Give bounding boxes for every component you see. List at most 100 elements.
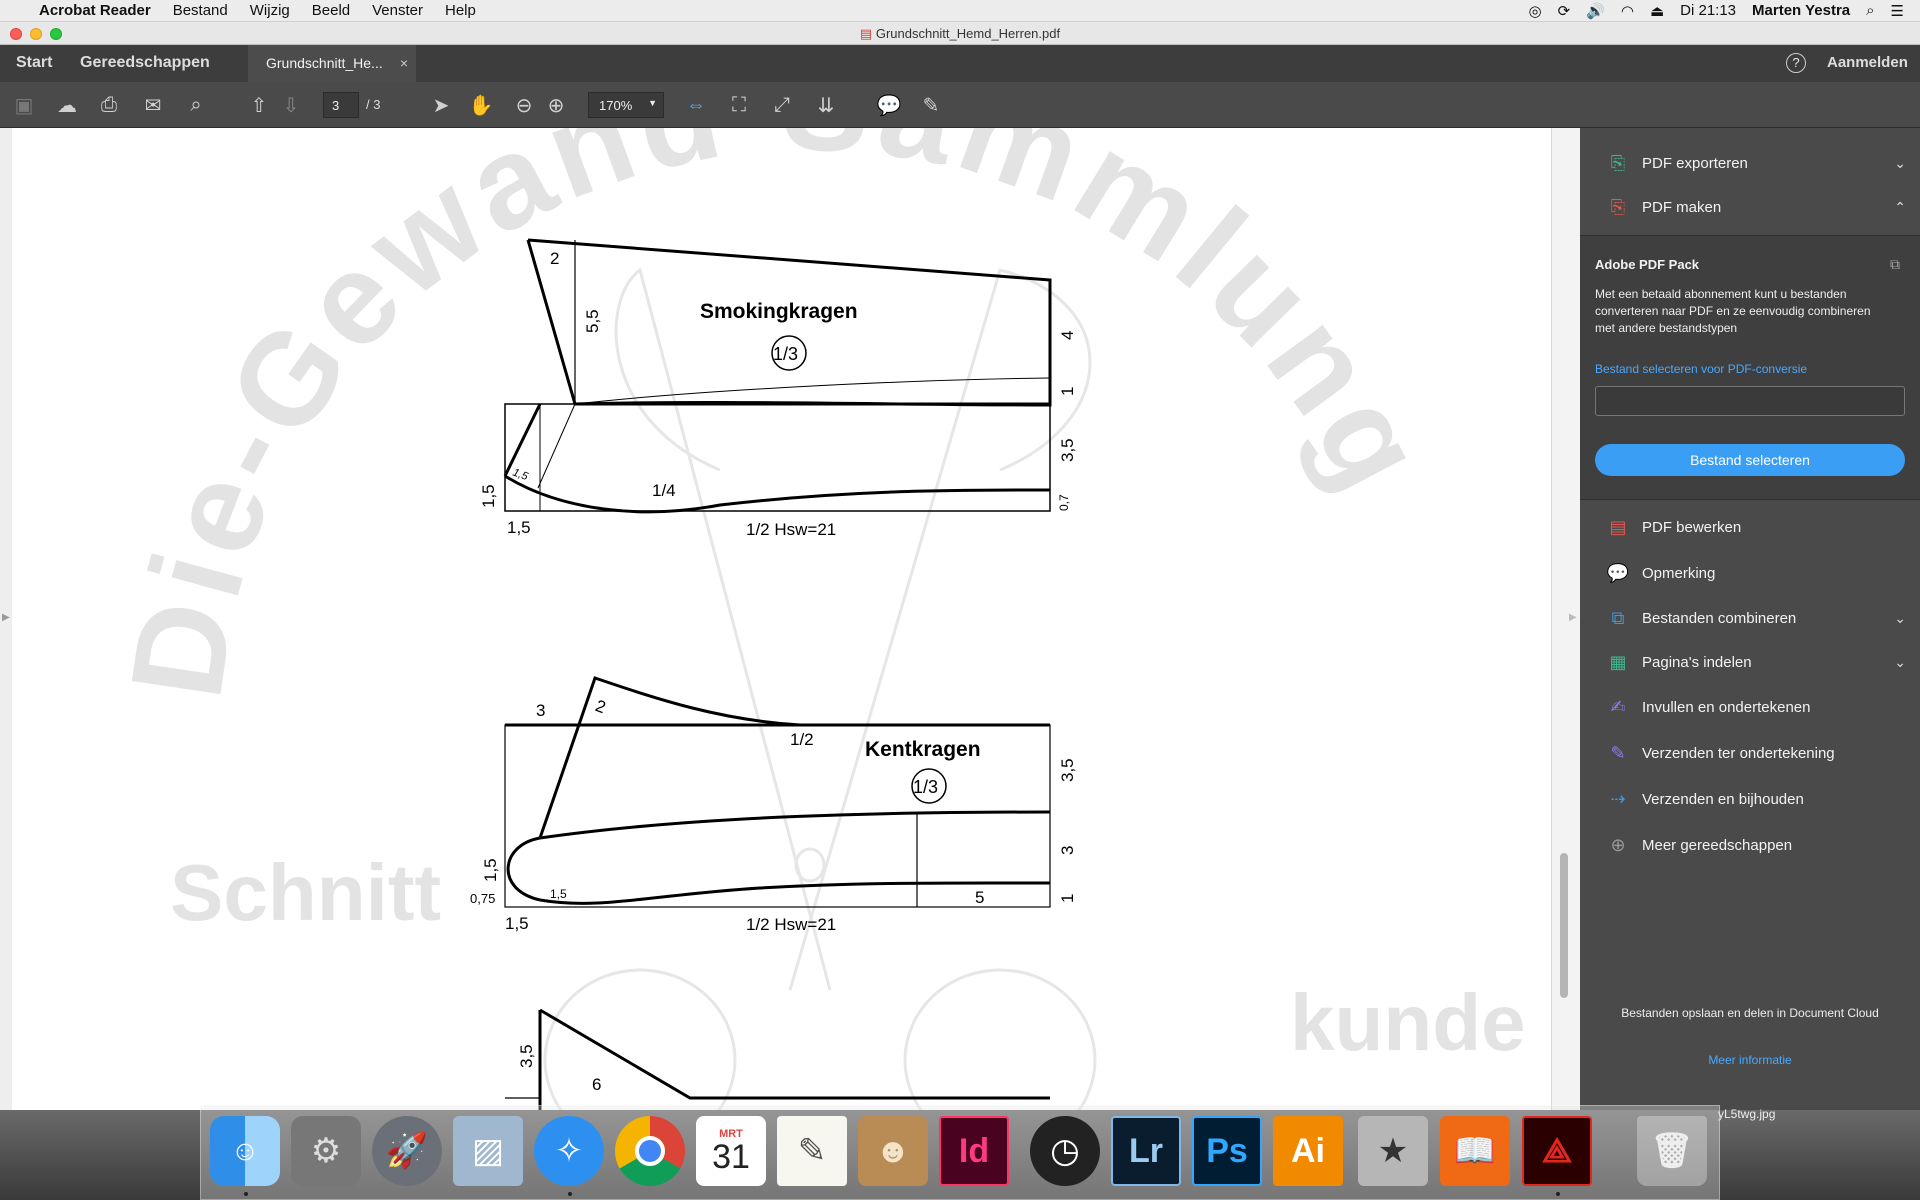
pdf-page[interactable]: Die-Gewand-Sammlung Schnitt kunde <box>12 128 1551 1110</box>
dock-indesign-icon[interactable]: Id <box>939 1116 1009 1186</box>
sync-icon[interactable]: ⟳ <box>1558 2 1571 20</box>
comment-tool-icon[interactable]: 💬 <box>876 92 902 118</box>
menu-venster[interactable]: Venster <box>372 2 423 19</box>
kent-label-d: 3,5 <box>1058 758 1077 782</box>
dock-dashboard-icon[interactable]: ◷ <box>1030 1116 1100 1186</box>
tab-tools[interactable]: Gereedschappen <box>80 54 210 72</box>
dock-gallery-icon[interactable]: ★ <box>1358 1116 1428 1186</box>
tool-label: Verzenden en bijhouden <box>1642 790 1804 808</box>
scroll-mode-icon[interactable]: ⇊ <box>813 92 839 118</box>
close-window-button[interactable] <box>10 28 22 40</box>
volume-icon[interactable]: 🔊 <box>1586 2 1605 20</box>
kent-label-j: 5 <box>975 888 984 907</box>
menubar-clock[interactable]: Di 21:13 <box>1680 2 1736 19</box>
tab-close-button[interactable]: × <box>400 45 408 82</box>
zoom-out-icon[interactable]: ⊖ <box>511 92 537 118</box>
tool-send-track[interactable]: ⇢ Verzenden en bijhouden <box>1606 784 1906 814</box>
select-file-button[interactable]: Bestand selecteren <box>1595 444 1905 476</box>
tool-combine-files[interactable]: ⧉ Bestanden combineren ⌄ <box>1606 603 1906 633</box>
dock-safari-icon[interactable]: ✧ <box>534 1116 604 1186</box>
upload-cloud-icon[interactable]: ☁ <box>54 92 80 118</box>
tool-export-pdf[interactable]: ⎘ PDF exporteren ⌄ <box>1606 148 1906 178</box>
dock-illustrator-icon[interactable]: Ai <box>1273 1116 1343 1186</box>
zoom-in-icon[interactable]: ⊕ <box>543 92 569 118</box>
dock-launchpad-icon[interactable]: 🚀 <box>372 1116 442 1186</box>
right-panel-toggle-icon[interactable]: ▶ <box>1569 612 1577 623</box>
organize-pages-icon: ▦ <box>1609 651 1627 672</box>
left-panel-toggle-icon[interactable]: ▶ <box>2 612 10 623</box>
print-icon[interactable]: ⎙ <box>96 92 122 118</box>
dock-textedit-icon[interactable]: ✎ <box>777 1116 847 1186</box>
chevron-down-icon[interactable]: ⌄ <box>1894 654 1906 671</box>
fit-width-icon[interactable]: ⇔ <box>683 92 709 118</box>
menu-bestand[interactable]: Bestand <box>173 2 228 19</box>
hand-tool-icon[interactable]: ✋ <box>468 92 494 118</box>
dock-ibooks-icon[interactable]: 📖 <box>1440 1116 1510 1186</box>
tab-document[interactable]: Grundschnitt_He... × <box>248 45 416 82</box>
zoom-window-button[interactable] <box>50 28 62 40</box>
menubar-app-name[interactable]: Acrobat Reader <box>39 2 151 19</box>
signin-button[interactable]: Aanmelden <box>1827 54 1908 71</box>
tool-label: PDF exporteren <box>1642 154 1748 172</box>
eject-icon[interactable]: ⏏ <box>1650 2 1664 20</box>
full-screen-icon[interactable]: ⤢ <box>769 92 795 118</box>
search-icon[interactable]: ⌕ <box>183 92 209 118</box>
notification-center-icon[interactable]: ☰ <box>1891 2 1904 20</box>
pdf-pack-icon[interactable]: ⧉ <box>1890 256 1900 273</box>
menubar-user[interactable]: Marten Yestra <box>1752 2 1850 19</box>
file-select-field[interactable] <box>1595 386 1905 416</box>
zoom-select[interactable]: 170% ▼ <box>588 92 664 118</box>
fit-page-icon[interactable]: ⛶ <box>726 92 752 118</box>
dock-lightroom-icon[interactable]: Lr <box>1111 1116 1181 1186</box>
tool-label: Pagina's indelen <box>1642 653 1752 671</box>
tool-more-tools[interactable]: ⊕ Meer gereedschappen <box>1606 830 1906 860</box>
page-number-input[interactable] <box>323 92 359 118</box>
pdf-pack-link[interactable]: Bestand selecteren voor PDF-conversie <box>1595 362 1807 376</box>
save-icon[interactable]: ▣ <box>11 92 37 118</box>
tool-organize-pages[interactable]: ▦ Pagina's indelen ⌄ <box>1606 647 1906 677</box>
tool-fill-sign[interactable]: ✍ Invullen en ondertekenen <box>1606 692 1906 722</box>
tool-label: Bestanden combineren <box>1642 609 1797 627</box>
chevron-up-icon[interactable]: ⌃ <box>1894 199 1906 216</box>
highlight-pen-icon[interactable]: ✎ <box>918 92 944 118</box>
next-page-icon[interactable]: ⇩ <box>278 92 304 118</box>
scrollbar-thumb[interactable] <box>1560 853 1568 998</box>
menu-wijzig[interactable]: Wijzig <box>250 2 290 19</box>
chevron-down-icon[interactable]: ⌄ <box>1894 610 1906 627</box>
tool-send-sign[interactable]: ✎ Verzenden ter ondertekening <box>1606 738 1906 768</box>
menu-beeld[interactable]: Beeld <box>312 2 350 19</box>
dock-contacts-icon[interactable]: ☻ <box>858 1116 928 1186</box>
watermark-bottom-left: Schnitt <box>170 848 441 937</box>
help-icon[interactable]: ? <box>1786 53 1806 73</box>
smoking-label-g: 1,5 <box>479 484 498 508</box>
photoshop-label: Ps <box>1206 1131 1248 1170</box>
page-total: / 3 <box>366 97 381 112</box>
tool-comment[interactable]: 💬 Opmerking <box>1606 558 1906 588</box>
dock-acrobat-icon[interactable]: ⟁ <box>1522 1116 1592 1186</box>
create-pdf-icon: ⎘ <box>1610 196 1626 217</box>
wifi-icon[interactable]: ◠ <box>1621 2 1634 20</box>
tool-create-pdf[interactable]: ⎘ PDF maken ⌃ <box>1606 192 1906 222</box>
dock-preview-icon[interactable]: ▨ <box>453 1116 523 1186</box>
dock-system-preferences-icon[interactable]: ⚙ <box>291 1116 361 1186</box>
mac-menubar: Acrobat Reader Bestand Wijzig Beeld Vens… <box>0 0 1920 22</box>
previous-page-icon[interactable]: ⇧ <box>246 92 272 118</box>
pattern-drawing: Die-Gewand-Sammlung Schnitt kunde <box>102 128 1526 1110</box>
minimize-window-button[interactable] <box>30 28 42 40</box>
tool-edit-pdf[interactable]: ▤ PDF bewerken <box>1606 512 1906 542</box>
chevron-down-icon[interactable]: ⌄ <box>1894 155 1906 172</box>
kent-scale: 1/3 <box>913 777 938 797</box>
dock-photoshop-icon[interactable]: Ps <box>1192 1116 1262 1186</box>
menu-help[interactable]: Help <box>445 2 476 19</box>
select-tool-icon[interactable]: ➤ <box>428 92 454 118</box>
dock-chrome-icon[interactable] <box>615 1116 685 1186</box>
tab-start[interactable]: Start <box>16 54 52 72</box>
creative-cloud-icon[interactable]: ◎ <box>1529 2 1542 20</box>
spotlight-icon[interactable]: ⌕ <box>1866 2 1874 19</box>
email-icon[interactable]: ✉ <box>140 92 166 118</box>
dock-trash-icon[interactable]: 🗑 <box>1637 1116 1707 1186</box>
more-info-link[interactable]: Meer informatie <box>1580 1053 1920 1067</box>
dock-finder-icon[interactable]: ☺ <box>210 1116 280 1186</box>
export-pdf-icon: ⎘ <box>1610 152 1626 173</box>
dock-calendar-icon[interactable]: MRT 31 <box>696 1116 766 1186</box>
